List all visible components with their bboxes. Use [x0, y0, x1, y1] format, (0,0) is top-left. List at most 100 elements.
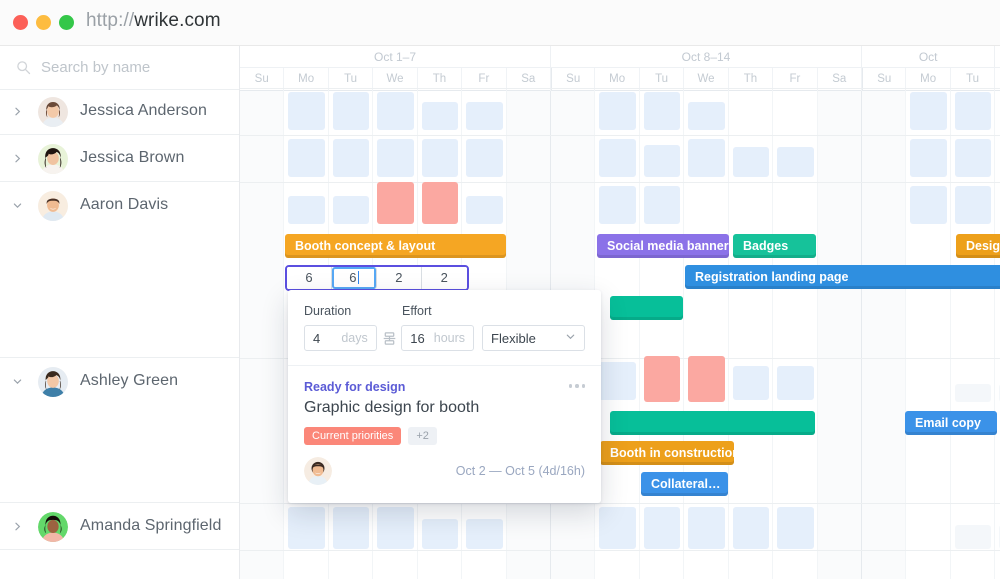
chevron-right-icon[interactable]: [8, 150, 26, 168]
workload-cell[interactable]: [332, 196, 370, 224]
workload-cell[interactable]: [421, 139, 459, 177]
workload-cell[interactable]: [910, 139, 947, 177]
task-bar[interactable]: Email copy: [905, 411, 997, 435]
avatar: [38, 190, 68, 221]
link-duration-effort-icon[interactable]: [377, 325, 402, 351]
window-controls[interactable]: [13, 15, 74, 30]
workload-cell[interactable]: [332, 92, 370, 130]
workload-cell[interactable]: [599, 507, 636, 549]
timeline-day-column[interactable]: [817, 91, 862, 579]
popup-duration-effort-section: Duration Effort 4 days 16 hours Flexible: [288, 290, 601, 366]
task-bar-unlabeled[interactable]: [610, 296, 683, 320]
workload-cell[interactable]: [421, 519, 459, 549]
duration-unit: days: [341, 331, 368, 345]
search-row[interactable]: Search by name: [0, 46, 239, 90]
workload-cell[interactable]: [599, 186, 636, 224]
workload-cell[interactable]: [688, 356, 725, 402]
workload-cell[interactable]: [332, 507, 370, 549]
assignee-avatar[interactable]: [304, 457, 332, 485]
workload-cell[interactable]: [643, 186, 681, 224]
chevron-down-icon: [565, 331, 576, 345]
popup-task-section: Ready for design Graphic design for boot…: [288, 366, 601, 485]
duration-input[interactable]: 4 days: [304, 325, 377, 351]
workload-cell[interactable]: [954, 186, 992, 224]
workload-cell[interactable]: [732, 147, 770, 177]
task-details-popup[interactable]: Duration Effort 4 days 16 hours Flexible…: [288, 290, 601, 503]
sidebar-person-row[interactable]: Jessica Anderson: [0, 88, 239, 135]
task-bar[interactable]: Design: [956, 234, 1000, 258]
workload-cell[interactable]: [421, 182, 459, 224]
search-icon: [16, 60, 31, 75]
minimize-window-dot[interactable]: [36, 15, 51, 30]
task-bar[interactable]: Registration landing page: [685, 265, 1000, 289]
workload-cell[interactable]: [732, 507, 770, 549]
timeline-day-column[interactable]: [862, 91, 907, 579]
workload-cell[interactable]: [688, 507, 725, 549]
workload-cell[interactable]: [377, 182, 414, 224]
task-bar[interactable]: Collateral…: [641, 472, 728, 496]
chevron-right-icon[interactable]: [8, 103, 26, 121]
workload-cell[interactable]: [954, 92, 992, 130]
workload-cell[interactable]: [643, 356, 681, 402]
workload-hours-input[interactable]: 6: [287, 267, 332, 289]
workload-cell[interactable]: [332, 139, 370, 177]
workload-cell[interactable]: [910, 186, 947, 224]
task-status[interactable]: Ready for design: [304, 380, 585, 394]
tag-current-priorities[interactable]: Current priorities: [304, 427, 402, 445]
workload-cell[interactable]: [288, 196, 325, 224]
task-title[interactable]: Graphic design for booth: [304, 399, 585, 417]
workload-hours-input[interactable]: 2: [421, 267, 467, 289]
workload-cell[interactable]: [288, 92, 325, 130]
timeline-day-column[interactable]: [240, 91, 285, 579]
close-window-dot[interactable]: [13, 15, 28, 30]
workload-cell[interactable]: [777, 366, 814, 400]
workload-cell[interactable]: [288, 507, 325, 549]
workload-cell[interactable]: [910, 92, 947, 130]
workload-cell[interactable]: [688, 139, 725, 177]
workload-cell[interactable]: [466, 102, 503, 130]
workload-cell[interactable]: [643, 92, 681, 130]
workload-cell[interactable]: [466, 139, 503, 177]
task-bar[interactable]: Booth in construction: [600, 441, 734, 465]
workload-cell[interactable]: [466, 519, 503, 549]
workload-cell[interactable]: [421, 102, 459, 130]
workload-cell[interactable]: [777, 147, 814, 177]
workload-cell[interactable]: [466, 196, 503, 224]
chevron-down-icon[interactable]: [8, 373, 26, 391]
workload-cell[interactable]: [377, 507, 414, 549]
workload-cell[interactable]: [288, 139, 325, 177]
workload-cell[interactable]: [777, 507, 814, 549]
workload-cell[interactable]: [732, 366, 770, 400]
maximize-window-dot[interactable]: [59, 15, 74, 30]
effort-input[interactable]: 16 hours: [401, 325, 475, 351]
workload-cell[interactable]: [377, 139, 414, 177]
task-bar-unlabeled[interactable]: [610, 411, 815, 435]
workload-cell[interactable]: [954, 384, 992, 402]
tag-more-count[interactable]: +2: [408, 427, 437, 445]
workload-hours-input[interactable]: 6: [331, 267, 377, 289]
schedule-mode-select[interactable]: Flexible: [482, 325, 585, 351]
address-bar[interactable]: http://wrike.com: [86, 10, 221, 32]
task-bar[interactable]: Social media banners: [597, 234, 729, 258]
workload-cell[interactable]: [643, 145, 681, 177]
task-bar[interactable]: Booth concept & layout: [285, 234, 506, 258]
sidebar-person-row[interactable]: Amanda Springfield: [0, 503, 239, 550]
task-bar[interactable]: Badges: [733, 234, 816, 258]
workload-cell[interactable]: [599, 92, 636, 130]
workload-hours-input[interactable]: 2: [376, 267, 422, 289]
workload-edit-strip[interactable]: 6622: [285, 265, 469, 291]
workload-cell[interactable]: [954, 139, 992, 177]
workload-cell[interactable]: [688, 102, 725, 130]
workload-cell[interactable]: [954, 525, 992, 549]
sidebar-person-row[interactable]: Ashley Green: [0, 358, 239, 503]
workload-cell[interactable]: [599, 139, 636, 177]
workload-cell[interactable]: [599, 362, 636, 400]
workload-cell[interactable]: [643, 507, 681, 549]
sidebar-person-row[interactable]: Jessica Brown: [0, 135, 239, 182]
chevron-down-icon[interactable]: [8, 197, 26, 215]
chevron-right-icon[interactable]: [8, 518, 26, 536]
more-options-icon[interactable]: [568, 384, 585, 388]
workload-cell[interactable]: [377, 92, 414, 130]
search-input[interactable]: Search by name: [41, 59, 150, 76]
sidebar-person-row[interactable]: Aaron Davis: [0, 182, 239, 358]
